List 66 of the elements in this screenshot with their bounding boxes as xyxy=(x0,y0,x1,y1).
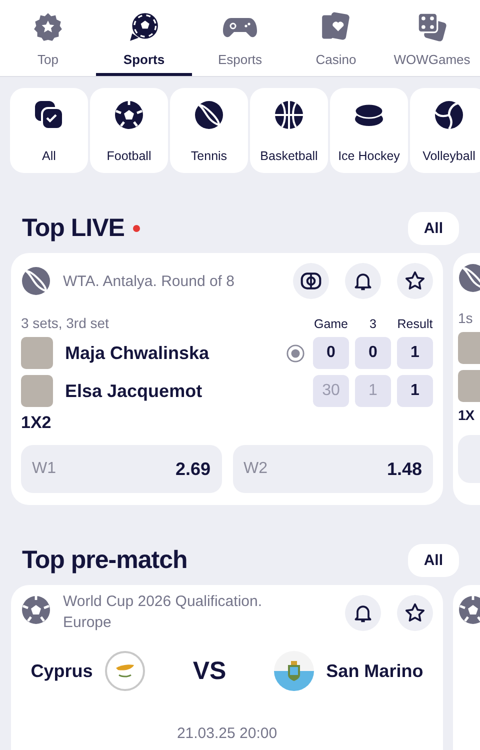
sport-chip[interactable]: All xyxy=(10,88,88,173)
volleyball-icon xyxy=(434,100,464,130)
player-name: Maja Chwalinska xyxy=(65,342,210,364)
player-photo-placeholder xyxy=(21,375,53,407)
sport-chip[interactable]: Basketball xyxy=(250,88,328,173)
star-icon xyxy=(404,602,426,624)
match-card[interactable]: WTA. Antalya. Round of 8 3 sets, 3rd set Game 3 Result Maja Chwalinska 0 0 1 Elsa Jacquemot 30 1 1 1X2 W1 2.69 W2 1.48 xyxy=(11,253,443,505)
versus-label: VS xyxy=(192,656,226,686)
column-header: 3 xyxy=(368,317,378,331)
league-name: World Cup 2026 Qualification. Europe xyxy=(63,592,263,633)
notification-button[interactable] xyxy=(345,595,381,631)
match-date-time: 21.03.25 20:00 xyxy=(176,725,278,742)
flag-icon xyxy=(274,651,314,691)
live-dot-icon xyxy=(133,224,140,232)
match-status: 3 sets, 3rd set xyxy=(21,315,110,331)
dice-icon xyxy=(417,12,447,42)
sport-chip[interactable]: Football xyxy=(90,88,168,173)
soccer-ball-chat-icon xyxy=(129,12,159,42)
odds-button[interactable]: W2 1.48 xyxy=(232,445,433,493)
flag-icon xyxy=(104,651,145,691)
nav-tab[interactable]: Casino xyxy=(288,0,384,76)
nav-tab[interactable]: Sports xyxy=(96,0,192,76)
team-name: San Marino xyxy=(326,660,424,682)
column-header: Result xyxy=(397,317,433,331)
soccer-ball-icon xyxy=(114,100,144,130)
basketball-icon xyxy=(274,100,304,130)
all-button[interactable]: All xyxy=(408,212,459,244)
market-title: 1X2 xyxy=(21,413,52,433)
section-title: Top pre-match xyxy=(22,546,188,574)
soccer-ball-icon xyxy=(21,595,51,625)
score-cell: 30 xyxy=(313,375,349,407)
player-name: Elsa Jacquemot xyxy=(65,380,204,402)
score-cell: 1 xyxy=(397,375,433,407)
match-card[interactable]: 1s 1X xyxy=(453,253,480,505)
favorite-button[interactable] xyxy=(397,263,433,299)
score-cell: 1 xyxy=(397,337,433,369)
league-name: WTA. Antalya. Round of 8 xyxy=(63,272,236,290)
playing-cards-icon xyxy=(321,12,351,42)
squares-check-icon xyxy=(34,100,64,130)
score-cell: 0 xyxy=(355,337,391,369)
section-title: Top LIVE xyxy=(22,214,124,242)
favorite-button[interactable] xyxy=(397,595,433,631)
sport-chip[interactable]: Tennis xyxy=(170,88,248,173)
nav-tab[interactable]: WOWGames xyxy=(384,0,480,76)
all-button[interactable]: All xyxy=(408,544,459,576)
market-title: 1X xyxy=(458,407,476,423)
nav-tab[interactable]: Esports xyxy=(192,0,288,76)
tennis-ball-icon xyxy=(194,100,224,130)
tennis-ball-icon xyxy=(21,266,51,296)
player-photo-placeholder xyxy=(21,337,53,369)
match-status: 1s xyxy=(458,310,474,326)
star-badge-icon xyxy=(33,12,63,42)
column-header: Game xyxy=(313,317,349,331)
odds-button[interactable]: W1 2.69 xyxy=(21,445,222,493)
score-cell: 1 xyxy=(355,375,391,407)
stream-icon xyxy=(300,270,322,292)
sport-chip[interactable]: Volleyball xyxy=(410,88,480,173)
soccer-ball-icon xyxy=(458,595,480,625)
team-name: Cyprus xyxy=(30,660,93,682)
sport-chip[interactable]: Ice Hockey xyxy=(330,88,408,173)
star-icon xyxy=(404,270,426,292)
notification-button[interactable] xyxy=(345,263,381,299)
stream-button[interactable] xyxy=(293,263,329,299)
score-cell: 0 xyxy=(313,337,349,369)
match-card[interactable]: World Cup 2026 Qualification. Europe Cyprus VS San Marino 21.03.25 20:00 xyxy=(11,585,443,750)
nav-tab[interactable]: Top xyxy=(0,0,96,76)
